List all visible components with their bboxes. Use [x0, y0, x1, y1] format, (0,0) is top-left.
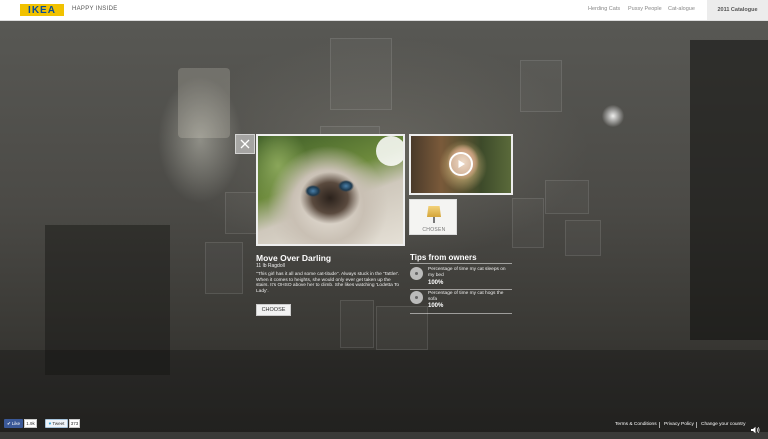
play-icon: [458, 160, 465, 168]
cat-description: "This girl has it all and some cat-titud…: [256, 272, 400, 294]
tweet-label: Tweet: [52, 421, 65, 426]
tips-title: Tips from owners: [410, 253, 477, 262]
tweet-button[interactable]: ♥ Tweet: [45, 419, 68, 428]
cat-photo: [256, 134, 405, 246]
footer-country-link[interactable]: Change your country: [701, 422, 746, 427]
wall-frame: [205, 242, 243, 294]
lamp-icon: [427, 206, 441, 217]
footer-separator: [696, 422, 697, 428]
floor-lamp-shade: [178, 68, 230, 138]
logo-text: IKEA: [28, 4, 56, 16]
tweet-count: 373: [69, 419, 80, 428]
close-button[interactable]: [235, 134, 255, 154]
cat-meta: 11 lb Ragdoll: [256, 263, 285, 269]
footer-separator: [659, 422, 660, 428]
close-icon: [240, 139, 250, 149]
cat-name: Move Over Darling: [256, 253, 332, 263]
tip-value: 100%: [428, 303, 444, 309]
wall-frame: [512, 198, 544, 248]
tip-text: Percentage of time my cat sleeps on my b…: [428, 267, 506, 278]
facebook-like-button[interactable]: ✔ Like: [4, 419, 23, 428]
background-table: [0, 350, 768, 432]
wall-frame: [520, 60, 562, 112]
top-header-bar: IKEA HAPPY INSIDE Herding Cats Pussy Peo…: [0, 0, 768, 21]
speaker-icon: [751, 426, 760, 434]
photo-light-flare: [376, 136, 403, 166]
chosen-lamp-tile[interactable]: CHOSEN: [409, 199, 457, 235]
catalogue-button[interactable]: 2011 Catalogue: [707, 0, 768, 20]
tip-text: Percentage of time my cat hogs the sofa: [428, 291, 504, 302]
tips-divider: [410, 289, 512, 290]
tips-divider: [410, 263, 512, 264]
play-button[interactable]: [449, 152, 473, 176]
nav-herding-cats[interactable]: Herding Cats: [588, 6, 620, 12]
ikea-logo[interactable]: IKEA: [20, 4, 64, 16]
tips-divider: [410, 313, 512, 314]
footer-privacy-link[interactable]: Privacy Policy: [664, 422, 694, 427]
facebook-like-icon: ✔: [6, 420, 11, 426]
nav-pussy-people[interactable]: Pussy People: [628, 6, 662, 12]
background-doorway: [690, 40, 768, 340]
nav-cat-alogue[interactable]: Cat-alogue: [668, 6, 695, 12]
tip-value: 100%: [428, 280, 444, 286]
like-label: Like: [11, 421, 21, 426]
chosen-label: CHOSEN: [422, 227, 446, 233]
wall-frame: [225, 192, 257, 234]
wall-frame: [545, 180, 589, 214]
twitter-icon: ♥: [48, 421, 52, 426]
like-count: 1.9k: [24, 419, 37, 428]
wall-frame: [330, 38, 392, 110]
footer-terms-link[interactable]: Terms & Conditions: [615, 422, 657, 427]
wall-frame: [565, 220, 601, 256]
lamp-stem: [433, 217, 435, 223]
sound-toggle[interactable]: [751, 421, 760, 439]
paw-icon: [410, 267, 423, 280]
choose-button[interactable]: CHOOSE: [256, 304, 291, 316]
wall-frame: [340, 300, 374, 348]
header-tagline: HAPPY INSIDE: [72, 6, 118, 12]
paw-icon: [410, 291, 423, 304]
